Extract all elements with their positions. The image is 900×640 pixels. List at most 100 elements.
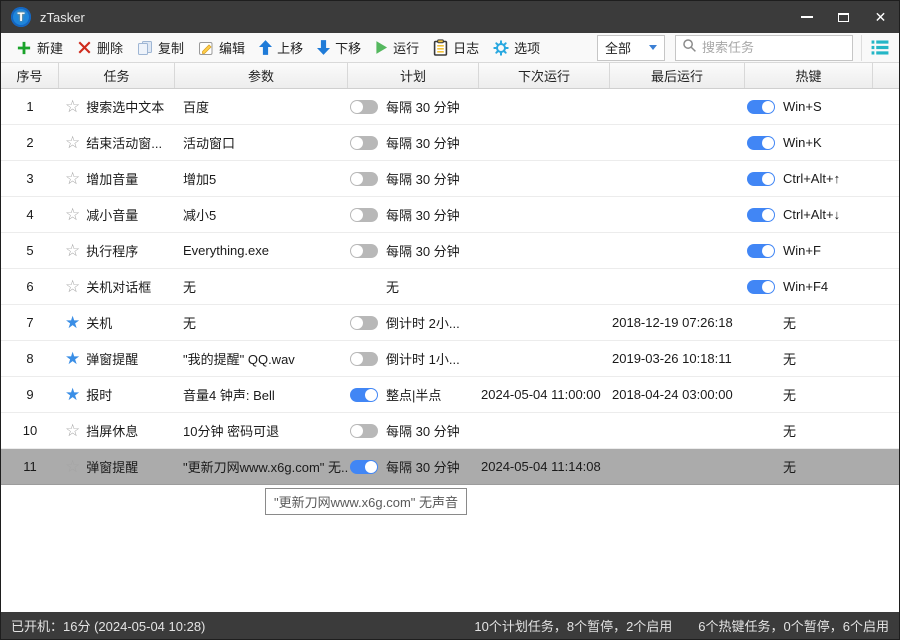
toggle-knob <box>762 208 774 221</box>
schedule-toggle[interactable] <box>350 423 378 438</box>
schedule-toggle[interactable] <box>350 207 378 222</box>
next-run <box>479 197 610 232</box>
next-run <box>479 305 610 340</box>
next-run <box>479 233 610 268</box>
toggle-knob <box>762 172 774 185</box>
task-label: 弹窗提醒 <box>86 352 139 367</box>
search-input[interactable] <box>702 40 846 55</box>
minimize-button[interactable] <box>788 1 825 33</box>
next-run <box>479 161 610 196</box>
hotkey-toggle[interactable] <box>747 99 775 114</box>
delete-task-button[interactable]: 删除 <box>70 35 130 61</box>
header-hotkey[interactable]: 热键 <box>745 63 873 88</box>
move-up-button[interactable]: 上移 <box>252 35 310 61</box>
table-row[interactable]: 3 ☆ 增加音量 增加5 每隔 30 分钟 Ctrl+Alt+↑ <box>1 161 899 197</box>
table-row[interactable]: 6 ☆ 关机对话框 无 无 Win+F4 <box>1 269 899 305</box>
row-filler <box>873 161 899 196</box>
toggle-knob <box>762 280 774 293</box>
hotkey-toggle[interactable] <box>747 243 775 258</box>
log-button[interactable]: 日志 <box>426 35 486 61</box>
task-label: 挡屏休息 <box>86 424 139 439</box>
view-list-button[interactable] <box>869 35 891 61</box>
schedule-toggle[interactable] <box>350 459 378 474</box>
table-row[interactable]: 9 ★ 报时 音量4 钟声: Bell 整点|半点 2024-05-04 11:00:00… <box>1 377 899 413</box>
toggle-knob <box>351 100 363 113</box>
hotkey-toggle[interactable] <box>747 207 775 222</box>
schedule-toggle[interactable] <box>350 243 378 258</box>
header-next-run[interactable]: 下次运行 <box>479 63 610 88</box>
header-task[interactable]: 任务 <box>59 63 175 88</box>
hotkey-label: Win+F4 <box>783 279 829 294</box>
hotkey-label: 无 <box>783 460 797 475</box>
task-cell: ☆ 搜索选中文本 <box>59 89 175 124</box>
star-icon[interactable]: ☆ <box>65 134 80 151</box>
star-icon[interactable]: ★ <box>65 350 80 367</box>
schedule-toggle[interactable] <box>350 351 378 366</box>
toolbar-separator <box>861 34 862 61</box>
table-row[interactable]: 8 ★ 弹窗提醒 "我的提醒" QQ.wav 倒计时 1小... 2019-03-26 1… <box>1 341 899 377</box>
hotkey-toggle[interactable] <box>747 135 775 150</box>
row-filler <box>873 89 899 124</box>
task-cell: ☆ 关机对话框 <box>59 269 175 304</box>
toggle-knob <box>365 460 377 473</box>
header-filler <box>873 63 899 88</box>
star-icon[interactable]: ☆ <box>65 422 80 439</box>
star-icon[interactable]: ☆ <box>65 170 80 187</box>
last-run <box>610 413 745 448</box>
move-down-button[interactable]: 下移 <box>310 35 368 61</box>
copy-task-button[interactable]: 复制 <box>130 35 191 61</box>
options-button[interactable]: 选项 <box>486 35 547 61</box>
table-row[interactable]: 4 ☆ 减小音量 减小5 每隔 30 分钟 Ctrl+Alt+↓ <box>1 197 899 233</box>
row-number: 9 <box>26 387 34 402</box>
next-run <box>479 89 610 124</box>
chevron-down-icon <box>649 45 657 50</box>
run-task-button[interactable]: 运行 <box>368 35 426 61</box>
table-row[interactable]: 5 ☆ 执行程序 Everything.exe 每隔 30 分钟 Win+F <box>1 233 899 269</box>
param-label: Everything.exe <box>183 243 269 258</box>
close-button[interactable]: ✕ <box>862 1 899 33</box>
star-icon[interactable]: ☆ <box>65 458 80 475</box>
schedule-toggle[interactable] <box>350 135 378 150</box>
header-schedule[interactable]: 计划 <box>348 63 479 88</box>
task-label: 关机 <box>86 316 113 331</box>
new-task-button[interactable]: 新建 <box>9 35 70 61</box>
hotkey-toggle[interactable] <box>747 171 775 186</box>
schedule-cell: 倒计时 1小... <box>348 341 479 376</box>
row-number: 7 <box>26 315 34 330</box>
maximize-button[interactable] <box>825 1 862 33</box>
table-row[interactable]: 2 ☆ 结束活动窗... 活动窗口 每隔 30 分钟 Win+K <box>1 125 899 161</box>
next-run: 2024-05-04 11:00:00 <box>481 387 601 402</box>
param-label: 增加5 <box>183 172 217 187</box>
schedule-toggle[interactable] <box>350 387 378 402</box>
star-icon[interactable]: ☆ <box>65 98 80 115</box>
hotkey-cell: 无 <box>745 305 873 340</box>
task-cell: ☆ 挡屏休息 <box>59 413 175 448</box>
table-row[interactable]: 10 ☆ 挡屏休息 10分钟 密码可退 每隔 30 分钟 无 <box>1 413 899 449</box>
param-label: 活动窗口 <box>183 136 236 151</box>
hotkey-toggle[interactable] <box>747 279 775 294</box>
table-row[interactable]: 7 ★ 关机 无 倒计时 2小... 2018-12-19 07:26:18 无 <box>1 305 899 341</box>
last-run: 2019-03-26 10:18:11 <box>612 351 732 366</box>
star-icon[interactable]: ★ <box>65 314 80 331</box>
star-icon[interactable]: ☆ <box>65 206 80 223</box>
task-tooltip: "更新刀网www.x6g.com" 无声音 <box>265 488 468 515</box>
header-last-run[interactable]: 最后运行 <box>610 63 745 88</box>
arrow-up-icon <box>259 40 273 55</box>
schedule-toggle[interactable] <box>350 315 378 330</box>
schedule-toggle[interactable] <box>350 171 378 186</box>
edit-task-button[interactable]: 编辑 <box>191 35 252 61</box>
row-filler <box>873 377 899 412</box>
filter-dropdown[interactable]: 全部 <box>597 34 665 61</box>
table-row[interactable]: 11 ☆ 弹窗提醒 "更新刀网www.x6g.com" 无... 每隔 30 分钟 202… <box>1 449 899 485</box>
star-icon[interactable]: ☆ <box>65 242 80 259</box>
delete-x-icon <box>77 40 92 55</box>
task-cell: ★ 弹窗提醒 <box>59 341 175 376</box>
header-number[interactable]: 序号 <box>1 63 59 88</box>
hotkey-task-summary: 6个热键任务，0个暂停，6个启用 <box>698 619 889 634</box>
schedule-cell: 每隔 30 分钟 <box>348 125 479 160</box>
header-param[interactable]: 参数 <box>175 63 348 88</box>
star-icon[interactable]: ☆ <box>65 278 80 295</box>
schedule-toggle[interactable] <box>350 99 378 114</box>
table-row[interactable]: 1 ☆ 搜索选中文本 百度 每隔 30 分钟 Win+S <box>1 89 899 125</box>
star-icon[interactable]: ★ <box>65 386 80 403</box>
